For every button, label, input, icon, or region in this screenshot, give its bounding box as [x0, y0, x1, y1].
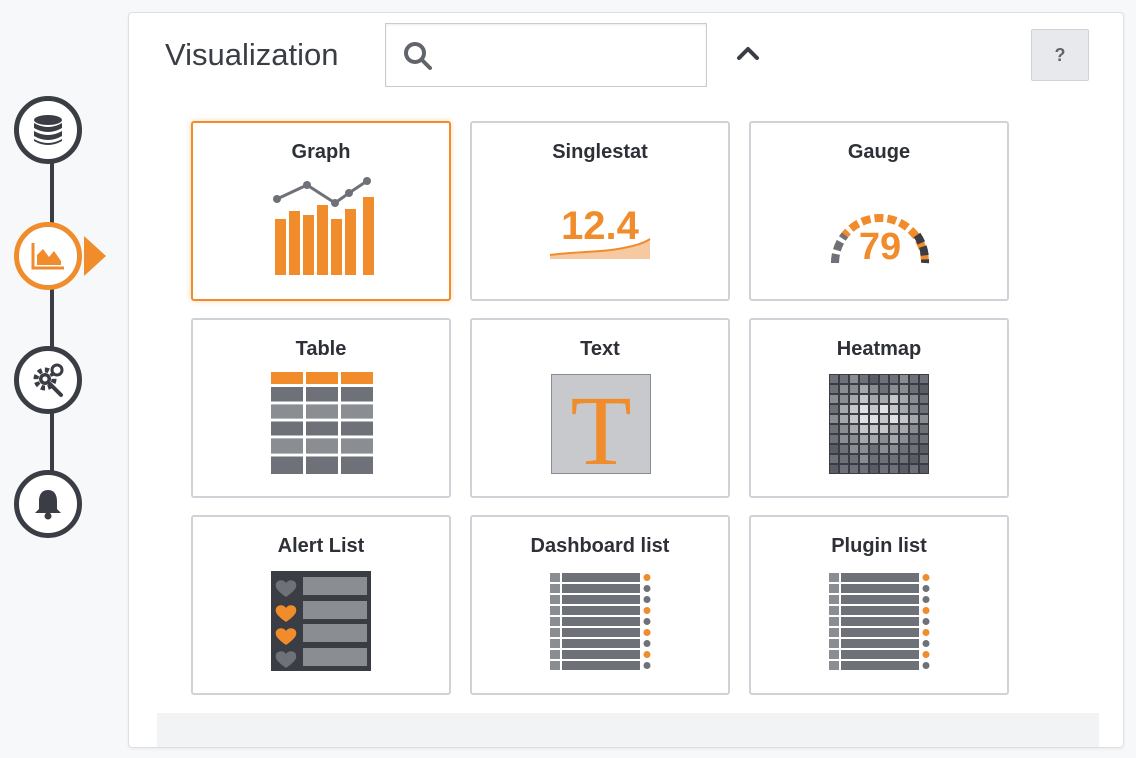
- dashboard-list-thumbnail-icon: [550, 573, 651, 670]
- alert-list-thumbnail-icon: [271, 571, 371, 671]
- visualization-panel: Visualization ? Graph Singlestat 12.4 Ga…: [128, 12, 1124, 748]
- step-alerts[interactable]: [14, 470, 82, 538]
- gauge-value: 79: [859, 226, 901, 268]
- card-label: Plugin list: [831, 535, 927, 557]
- card-label: Dashboard list: [530, 535, 670, 557]
- card-label: Singlestat: [552, 141, 648, 163]
- area-chart-icon: [31, 243, 64, 270]
- card-label: Graph: [291, 141, 351, 163]
- viz-card-heatmap[interactable]: Heatmap: [749, 318, 1009, 498]
- card-label: Table: [295, 338, 347, 360]
- step-visualization[interactable]: [14, 222, 82, 290]
- viz-card-table[interactable]: Table: [191, 318, 451, 498]
- text-thumbnail-icon: T: [551, 374, 651, 474]
- search-box[interactable]: [385, 23, 707, 87]
- card-label: Alert List: [277, 535, 365, 557]
- search-icon: [404, 42, 432, 70]
- gauge-thumbnail-icon: 79: [831, 214, 930, 268]
- viz-card-dashboard-list[interactable]: Dashboard list: [470, 515, 730, 695]
- viz-card-graph[interactable]: Graph: [191, 121, 451, 301]
- step-settings[interactable]: [14, 346, 82, 414]
- step-queries[interactable]: [14, 96, 82, 164]
- help-button[interactable]: ?: [1031, 29, 1089, 81]
- gear-wrench-icon: [33, 363, 64, 397]
- panel-footer: [157, 713, 1099, 747]
- viz-card-alert-list[interactable]: Alert List: [191, 515, 451, 695]
- card-label: Text: [580, 338, 620, 360]
- card-label: Gauge: [847, 141, 911, 163]
- active-step-pointer: [84, 236, 106, 276]
- page-title: Visualization: [165, 37, 339, 72]
- card-label: Heatmap: [836, 338, 922, 360]
- bell-icon: [35, 490, 61, 520]
- chevron-up-icon[interactable]: [735, 43, 761, 63]
- viz-card-gauge[interactable]: Gauge 79: [749, 121, 1009, 301]
- search-input[interactable]: [444, 38, 698, 74]
- text-glyph: T: [570, 375, 631, 474]
- graph-thumbnail-icon: [273, 177, 374, 275]
- singlestat-thumbnail-icon: 12.4: [549, 204, 651, 259]
- singlestat-value: 12.4: [561, 204, 640, 248]
- database-icon: [34, 115, 62, 145]
- viz-card-singlestat[interactable]: Singlestat 12.4: [470, 121, 730, 301]
- viz-card-plugin-list[interactable]: Plugin list: [749, 515, 1009, 695]
- table-thumbnail-icon: [271, 372, 373, 474]
- viz-card-text[interactable]: Text T: [470, 318, 730, 498]
- plugin-list-thumbnail-icon: [829, 573, 930, 670]
- stepper-rail: [50, 130, 54, 502]
- heatmap-thumbnail-icon: [829, 374, 929, 474]
